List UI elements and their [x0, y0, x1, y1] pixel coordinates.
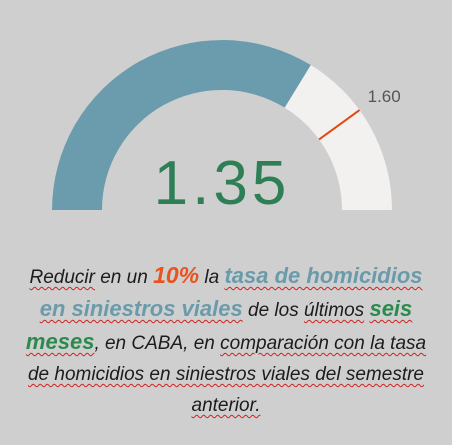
gauge-card: 1.60 1.35 [0, 0, 452, 230]
desc-text: en un [94, 267, 154, 288]
desc-text: de los [242, 300, 304, 321]
desc-word: últimos [303, 300, 365, 321]
desc-word: Reducir [29, 267, 95, 288]
kpi-description: Reducir en un 10% la tasa de homicidios … [18, 260, 434, 421]
desc-text: , en CABA, en [94, 333, 221, 354]
desc-text: la [199, 267, 225, 288]
gauge-chart: 1.60 1.35 [52, 39, 401, 218]
desc-percent: 10% [153, 262, 200, 288]
gauge-value: 1.35 [154, 149, 291, 218]
gauge-target-label: 1.60 [368, 87, 401, 106]
